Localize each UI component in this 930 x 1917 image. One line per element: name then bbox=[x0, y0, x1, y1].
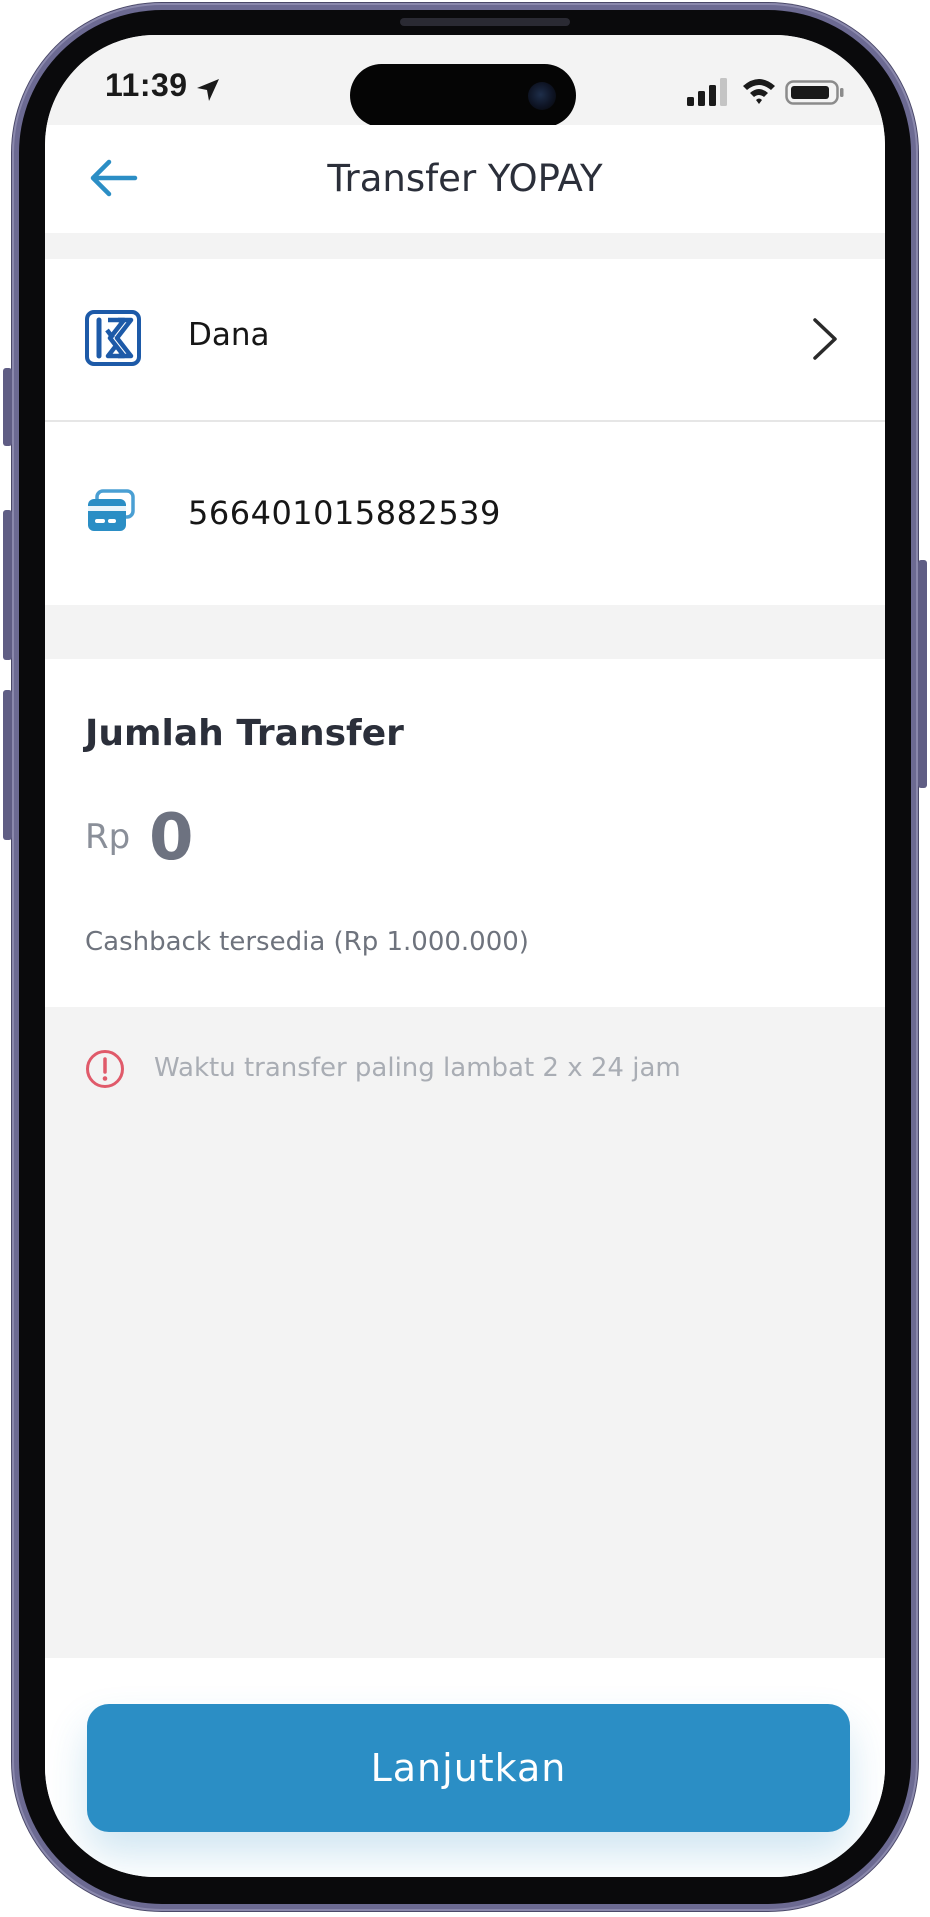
front-camera bbox=[528, 82, 556, 110]
bank-selector-row[interactable]: Dana bbox=[45, 259, 885, 419]
destination-card: Dana 566401015882539 bbox=[45, 259, 885, 605]
amount-heading: Jumlah Transfer bbox=[85, 713, 404, 754]
bottom-bar: Lanjutkan bbox=[45, 1658, 885, 1877]
account-number-row: 566401015882539 bbox=[45, 422, 885, 605]
continue-button[interactable]: Lanjutkan bbox=[87, 1704, 850, 1832]
wifi-icon bbox=[743, 79, 775, 104]
transfer-notice: Waktu transfer paling lambat 2 x 24 jam bbox=[45, 1045, 885, 1105]
status-bar: 11:39 bbox=[45, 35, 885, 127]
battery-icon bbox=[785, 80, 844, 105]
bank-name: Dana bbox=[188, 317, 270, 353]
volume-up-button bbox=[3, 510, 12, 660]
card-icon bbox=[88, 489, 135, 531]
app-header: Transfer YOPAY bbox=[45, 125, 885, 233]
cashback-info: Cashback tersedia (Rp 1.000.000) bbox=[85, 927, 529, 957]
earpiece-speaker bbox=[400, 18, 570, 26]
cellular-signal-icon bbox=[687, 78, 727, 106]
notice-text: Waktu transfer paling lambat 2 x 24 jam bbox=[154, 1053, 681, 1083]
location-arrow-icon bbox=[197, 79, 219, 101]
amount-input[interactable]: 0 bbox=[149, 801, 194, 875]
bank-logo-icon bbox=[85, 310, 141, 366]
status-time: 11:39 bbox=[105, 67, 188, 103]
page-title: Transfer YOPAY bbox=[327, 157, 603, 200]
power-button bbox=[918, 560, 927, 788]
dynamic-island bbox=[350, 64, 576, 127]
chevron-right-icon bbox=[813, 318, 837, 360]
phone-screen: 11:39 Transfer YOPAY Dana 56640101588253… bbox=[45, 35, 885, 1877]
alert-circle-icon bbox=[86, 1050, 124, 1088]
amount-card: Jumlah Transfer Rp 0 Cashback tersedia (… bbox=[45, 659, 885, 1007]
silent-switch bbox=[3, 368, 12, 446]
volume-down-button bbox=[3, 690, 12, 840]
account-number: 566401015882539 bbox=[188, 494, 501, 532]
currency-label: Rp bbox=[85, 817, 131, 857]
